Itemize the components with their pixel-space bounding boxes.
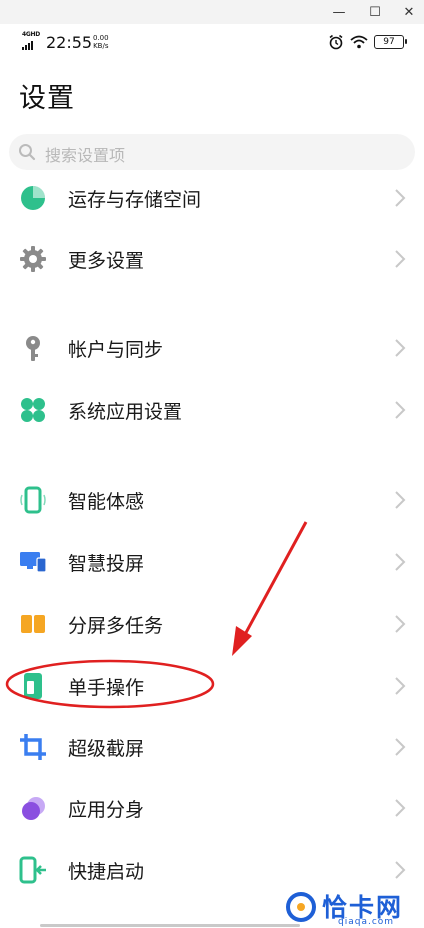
gear-icon bbox=[20, 246, 46, 272]
settings-item-storage[interactable]: 运存与存储空间 bbox=[0, 166, 424, 226]
settings-item-label: 帐户与同步 bbox=[68, 339, 164, 361]
settings-item-label: 运存与存储空间 bbox=[68, 189, 202, 211]
battery-level: 97 bbox=[383, 37, 395, 47]
search-input[interactable]: 搜索设置项 bbox=[9, 134, 415, 170]
chevron-right-icon bbox=[395, 250, 406, 268]
settings-item-label: 更多设置 bbox=[68, 250, 145, 272]
chevron-right-icon bbox=[395, 491, 406, 509]
settings-item-label: 单手操作 bbox=[68, 677, 145, 699]
settings-item-system-apps[interactable]: 系统应用设置 bbox=[0, 378, 424, 438]
chevron-right-icon bbox=[395, 861, 406, 879]
chevron-right-icon bbox=[395, 189, 406, 207]
chevron-right-icon bbox=[395, 799, 406, 817]
speed-value: 0.00 bbox=[93, 34, 109, 42]
search-placeholder: 搜索设置项 bbox=[45, 146, 126, 165]
wifi-icon bbox=[350, 35, 368, 49]
four-leaf-icon bbox=[21, 398, 45, 422]
settings-item-label: 超级截屏 bbox=[68, 738, 145, 760]
speed-unit: KB/s bbox=[93, 42, 109, 50]
quick-launch-icon bbox=[19, 856, 46, 884]
window-title-bar: — ☐ ✕ bbox=[0, 0, 424, 24]
settings-item-split-screen[interactable]: 分屏多任务 bbox=[0, 592, 424, 652]
settings-item-label: 智慧投屏 bbox=[68, 553, 145, 575]
settings-item-app-clone[interactable]: 应用分身 bbox=[0, 776, 424, 836]
phone-motion-icon bbox=[20, 486, 46, 514]
settings-item-accounts[interactable]: 帐户与同步 bbox=[0, 316, 424, 376]
settings-item-label: 快捷启动 bbox=[68, 861, 145, 883]
chevron-right-icon bbox=[395, 553, 406, 571]
settings-item-label: 系统应用设置 bbox=[68, 401, 183, 423]
split-screen-icon bbox=[21, 615, 45, 633]
settings-item-super-screenshot[interactable]: 超级截屏 bbox=[0, 715, 424, 775]
nav-indicator bbox=[40, 924, 300, 927]
settings-item-one-hand[interactable]: 单手操作 bbox=[0, 654, 424, 714]
watermark-logo: 恰卡网 qiaqa.com bbox=[282, 888, 424, 928]
status-bar: 4GHD 22:55 0.00 KB/s 97 bbox=[0, 24, 424, 64]
chevron-right-icon bbox=[395, 401, 406, 419]
chevron-right-icon bbox=[395, 615, 406, 633]
network-speed: 0.00 KB/s bbox=[93, 34, 109, 50]
screen-cast-icon bbox=[20, 552, 47, 573]
one-hand-icon bbox=[24, 673, 42, 699]
chevron-right-icon bbox=[395, 677, 406, 695]
page-title: 设置 bbox=[19, 83, 75, 114]
cellular-signal-icon: 4GHD bbox=[22, 31, 42, 52]
alarm-icon bbox=[329, 34, 343, 50]
clock: 22:55 bbox=[46, 33, 93, 52]
watermark-subtext: qiaqa.com bbox=[338, 917, 395, 927]
battery-icon: 97 bbox=[374, 35, 407, 49]
close-button[interactable]: ✕ bbox=[392, 0, 424, 24]
app-clone-icon bbox=[22, 797, 45, 820]
pie-chart-icon bbox=[21, 186, 45, 210]
crop-icon bbox=[20, 734, 46, 760]
maximize-icon: ☐ bbox=[369, 4, 381, 20]
settings-item-label: 智能体感 bbox=[68, 491, 145, 513]
maximize-button[interactable]: ☐ bbox=[358, 0, 392, 24]
chevron-right-icon bbox=[395, 339, 406, 357]
chevron-right-icon bbox=[395, 738, 406, 756]
settings-item-screen-cast[interactable]: 智慧投屏 bbox=[0, 530, 424, 590]
settings-item-label: 分屏多任务 bbox=[68, 615, 164, 637]
settings-item-motion[interactable]: 智能体感 bbox=[0, 468, 424, 528]
search-icon bbox=[19, 144, 36, 161]
close-icon: ✕ bbox=[403, 4, 415, 20]
logo-icon bbox=[286, 892, 316, 922]
network-type: 4GHD bbox=[22, 31, 40, 38]
settings-item-more[interactable]: 更多设置 bbox=[0, 227, 424, 287]
minimize-icon: — bbox=[332, 4, 346, 20]
settings-item-label: 应用分身 bbox=[68, 799, 145, 821]
minimize-button[interactable]: — bbox=[322, 0, 356, 24]
key-icon bbox=[26, 336, 40, 361]
